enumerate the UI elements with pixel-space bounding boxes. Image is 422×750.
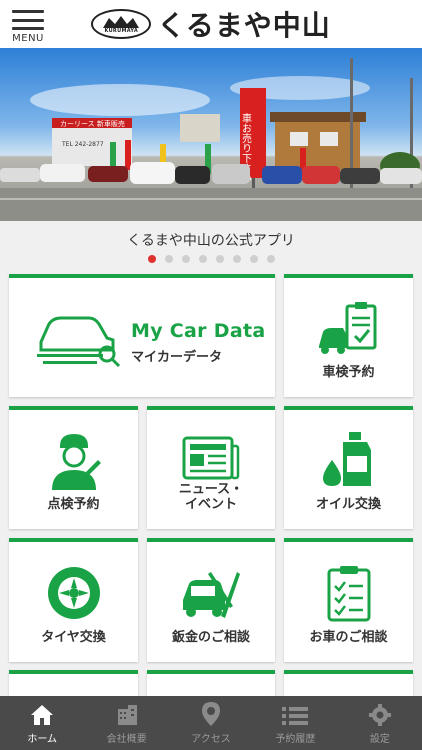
bottom-nav: ホーム 会社概要 アクセス 予約履歴 設定	[0, 696, 422, 750]
hero-photo[interactable]: カーリース 新車販売 TEL 242-2877 車お売り下さい	[0, 48, 422, 221]
gear-icon	[368, 704, 391, 726]
tire-change-tile[interactable]: タイヤ交換	[9, 538, 138, 662]
menu-grid: My Car Data マイカーデータ 車検予約 点検予約 ニュース・ イベント…	[0, 272, 422, 700]
car-repair-icon	[183, 572, 240, 618]
nav-history[interactable]: 予約履歴	[253, 696, 337, 750]
news-events-tile[interactable]: ニュース・ イベント	[147, 406, 275, 529]
inspection-reservation-label: 点検予約	[47, 497, 100, 513]
home-icon	[31, 705, 54, 725]
hamburger-icon	[12, 10, 44, 30]
bodywork-consult-tile[interactable]: 鈑金のご相談	[147, 538, 275, 662]
nav-company-label: 会社概要	[106, 734, 147, 745]
checklist-icon	[327, 566, 370, 622]
shop-sign-text: カーリース 新車販売	[60, 119, 125, 128]
logo-text: くるまや中山	[157, 9, 331, 42]
pagination-dot-8[interactable]	[266, 255, 275, 263]
nav-history-label: 予約履歴	[275, 734, 316, 745]
shaken-reservation-tile[interactable]: 車検予約	[284, 274, 413, 397]
menu-label: MENU	[12, 33, 44, 44]
building-icon	[117, 705, 137, 725]
pagination-dot-7[interactable]	[249, 255, 258, 263]
pagination-dot-5[interactable]	[215, 255, 224, 263]
newspaper-icon	[182, 436, 240, 480]
oil-change-label: オイル交換	[315, 497, 381, 513]
app-header: MENU KURUMAYA くるまや中山	[0, 0, 422, 48]
oil-change-tile[interactable]: オイル交換	[284, 406, 413, 529]
list-icon	[282, 707, 309, 725]
pagination-dot-6[interactable]	[232, 255, 241, 263]
news-events-label: ニュース・ イベント	[178, 481, 244, 513]
bodywork-consult-label: 鈑金のご相談	[171, 630, 250, 646]
nav-home[interactable]: ホーム	[0, 696, 84, 750]
my-car-data-tile[interactable]: My Car Data マイカーデータ	[9, 274, 275, 397]
shop-phone-text: TEL 242-2877	[61, 141, 104, 148]
tire-icon	[47, 567, 100, 619]
slider-caption: くるまや中山の公式アプリ	[127, 233, 295, 249]
logo-mark-icon	[103, 16, 140, 28]
dealership-photo: カーリース 新車販売 TEL 242-2877 車お売り下さい	[0, 58, 422, 221]
nav-settings[interactable]: 設定	[338, 696, 422, 750]
inspection-reservation-tile[interactable]: 点検予約	[9, 406, 138, 529]
mechanic-icon	[51, 434, 101, 490]
pagination-dot-2[interactable]	[164, 255, 173, 263]
car-consult-label: お車のご相談	[309, 630, 388, 646]
nav-home-label: ホーム	[27, 734, 58, 745]
nav-access-label: アクセス	[191, 734, 231, 745]
logo-badge: KURUMAYA	[91, 9, 152, 39]
car-search-icon	[37, 316, 121, 368]
pagination-dot-4[interactable]	[198, 255, 207, 263]
nav-access[interactable]: アクセス	[169, 696, 253, 750]
my-car-data-title: My Car Data	[131, 320, 266, 342]
app-logo: KURUMAYA くるまや中山	[91, 4, 330, 44]
oil-bottle-icon	[322, 432, 371, 486]
nav-company[interactable]: 会社概要	[84, 696, 168, 750]
pagination-dots	[0, 255, 422, 263]
map-pin-icon	[202, 702, 221, 726]
pagination-dot-1[interactable]	[147, 255, 156, 263]
tire-change-label: タイヤ交換	[41, 630, 106, 646]
shaken-reservation-label: 車検予約	[322, 365, 375, 381]
my-car-data-subtitle: マイカーデータ	[131, 350, 223, 365]
menu-button[interactable]: MENU	[10, 8, 46, 44]
pagination-dot-3[interactable]	[181, 255, 190, 263]
car-consult-tile[interactable]: お車のご相談	[284, 538, 413, 662]
nav-settings-label: 設定	[369, 734, 390, 745]
car-checklist-icon	[318, 302, 376, 354]
hero-slider-indicator: くるまや中山の公式アプリ	[0, 221, 422, 269]
